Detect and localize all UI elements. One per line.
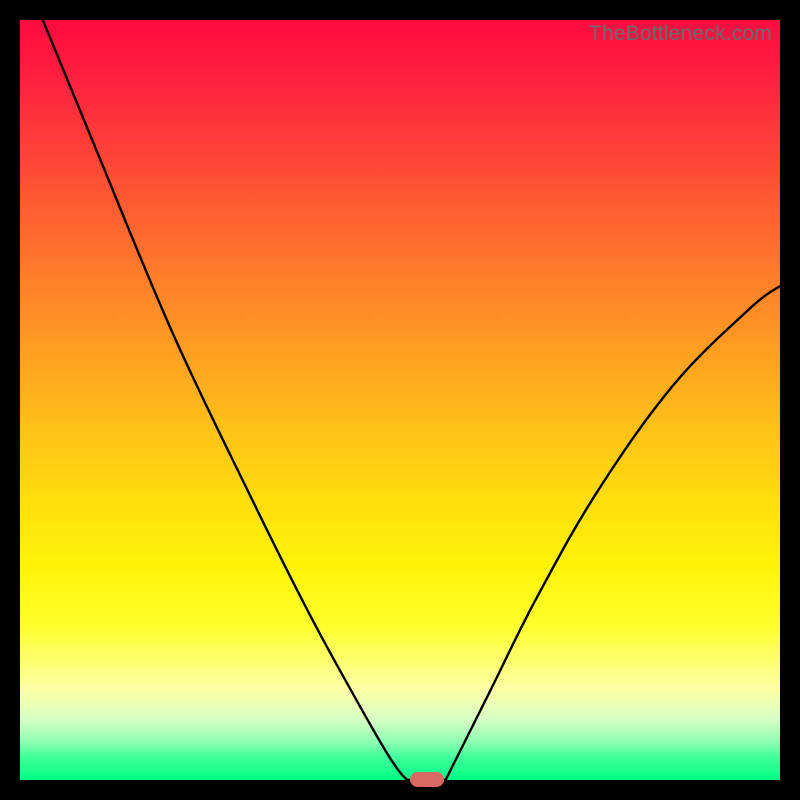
- bottleneck-curve: [20, 20, 780, 780]
- chart-frame: TheBottleneck.com: [0, 0, 800, 800]
- curve-path: [43, 20, 780, 780]
- plot-area: TheBottleneck.com: [20, 20, 780, 780]
- optimum-marker: [410, 772, 444, 787]
